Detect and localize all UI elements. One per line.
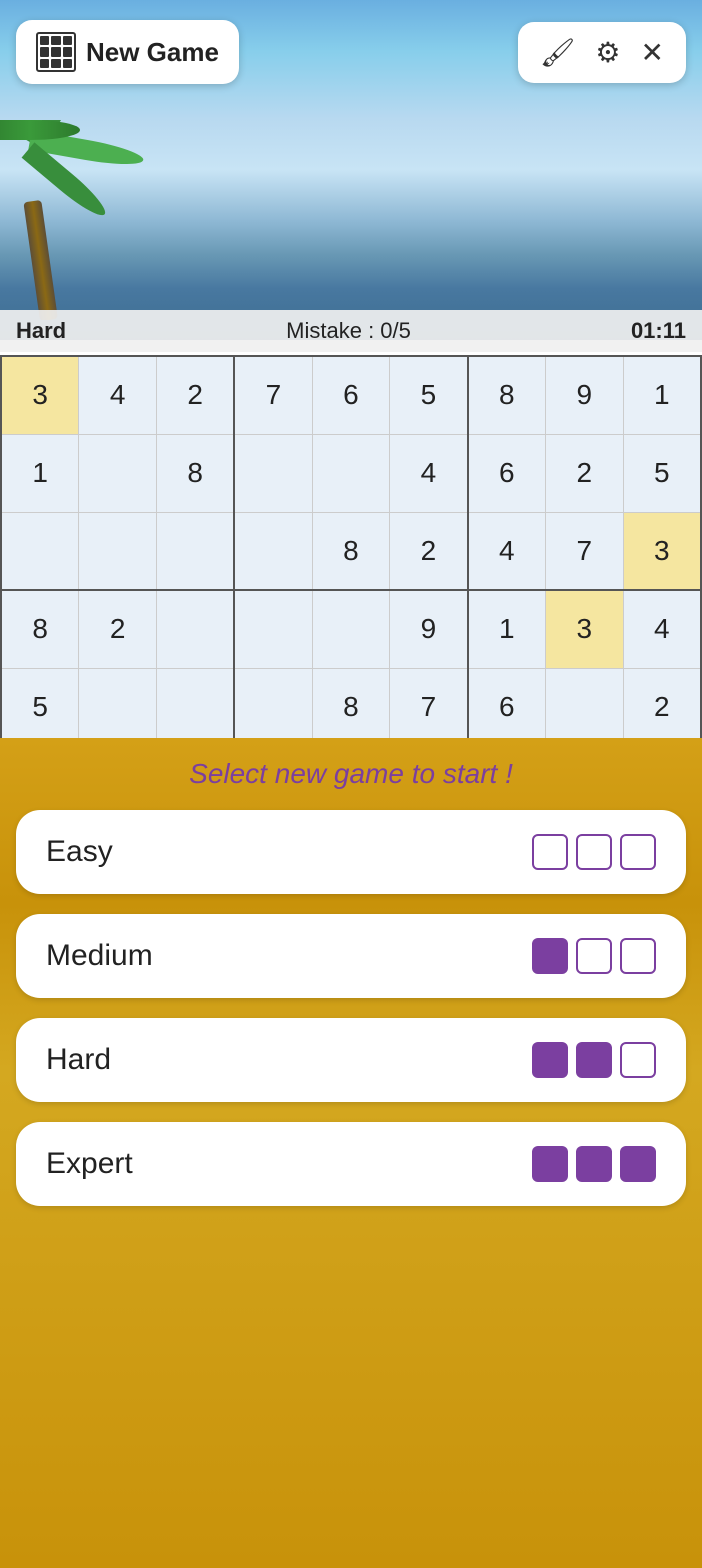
difficulty-label-hard: Hard <box>46 1043 111 1077</box>
settings-icon: ⚙ <box>595 36 620 69</box>
cell-2-7[interactable]: 7 <box>545 512 623 590</box>
new-game-button[interactable]: New Game <box>16 20 239 84</box>
cell-1-0[interactable]: 1 <box>1 434 79 512</box>
cell-4-3[interactable] <box>234 668 312 746</box>
cell-3-5[interactable]: 9 <box>390 590 468 668</box>
cell-2-0[interactable] <box>1 512 79 590</box>
cell-0-6[interactable]: 8 <box>468 356 546 434</box>
cell-2-6[interactable]: 4 <box>468 512 546 590</box>
cell-2-8[interactable]: 3 <box>623 512 701 590</box>
difficulty-btn-expert[interactable]: Expert <box>16 1122 686 1206</box>
cell-4-1[interactable] <box>79 668 157 746</box>
palm-trunk <box>23 200 58 320</box>
cell-0-0[interactable]: 3 <box>1 356 79 434</box>
new-game-label: New Game <box>86 37 219 68</box>
cell-0-3[interactable]: 7 <box>234 356 312 434</box>
cell-2-1[interactable] <box>79 512 157 590</box>
cell-4-4[interactable]: 8 <box>312 668 390 746</box>
indicator-filled-1 <box>576 1042 612 1078</box>
difficulty-label-medium: Medium <box>46 939 153 973</box>
cell-4-7[interactable] <box>545 668 623 746</box>
close-icon: ✕ <box>641 36 664 69</box>
cell-0-2[interactable]: 2 <box>157 356 235 434</box>
paint-icon: 🖌 <box>540 36 576 69</box>
cell-3-7[interactable]: 3 <box>545 590 623 668</box>
cell-0-8[interactable]: 1 <box>623 356 701 434</box>
cell-3-4[interactable] <box>312 590 390 668</box>
cell-2-3[interactable] <box>234 512 312 590</box>
cell-0-4[interactable]: 6 <box>312 356 390 434</box>
mistakes-label: Mistake : 0/5 <box>286 318 411 344</box>
difficulty-label-expert: Expert <box>46 1147 133 1181</box>
close-button[interactable]: ✕ <box>633 32 672 73</box>
indicators-hard <box>532 1042 656 1078</box>
indicator-empty-1 <box>576 834 612 870</box>
select-title: Select new game to start ! <box>189 758 513 790</box>
indicators-expert <box>532 1146 656 1182</box>
cell-4-8[interactable]: 2 <box>623 668 701 746</box>
cell-3-6[interactable]: 1 <box>468 590 546 668</box>
cell-2-5[interactable]: 2 <box>390 512 468 590</box>
difficulty-label-easy: Easy <box>46 835 113 869</box>
cell-3-8[interactable]: 4 <box>623 590 701 668</box>
palm-tree <box>0 120 160 320</box>
indicator-empty-0 <box>532 834 568 870</box>
difficulty-buttons-container: Easy Medium Hard Expert <box>16 810 686 1226</box>
difficulty-btn-medium[interactable]: Medium <box>16 914 686 998</box>
top-bar: New Game 🖌 ⚙ ✕ <box>0 20 702 84</box>
cell-0-5[interactable]: 5 <box>390 356 468 434</box>
cell-2-4[interactable]: 8 <box>312 512 390 590</box>
indicator-filled-2 <box>620 1146 656 1182</box>
sudoku-table: 3427658911846258247382913458762 <box>0 355 702 747</box>
indicator-filled-0 <box>532 1042 568 1078</box>
cell-4-0[interactable]: 5 <box>1 668 79 746</box>
cell-3-2[interactable] <box>157 590 235 668</box>
indicator-filled-0 <box>532 1146 568 1182</box>
difficulty-btn-easy[interactable]: Easy <box>16 810 686 894</box>
indicators-medium <box>532 938 656 974</box>
cell-1-8[interactable]: 5 <box>623 434 701 512</box>
cell-4-2[interactable] <box>157 668 235 746</box>
indicators-easy <box>532 834 656 870</box>
cell-1-5[interactable]: 4 <box>390 434 468 512</box>
paint-button[interactable]: 🖌 <box>532 32 584 73</box>
cell-0-7[interactable]: 9 <box>545 356 623 434</box>
grid-icon <box>36 32 76 72</box>
cell-3-0[interactable]: 8 <box>1 590 79 668</box>
top-icons-group: 🖌 ⚙ ✕ <box>518 22 686 83</box>
overlay-panel: Select new game to start ! Easy Medium Har… <box>0 738 702 1568</box>
cell-2-2[interactable] <box>157 512 235 590</box>
cell-4-6[interactable]: 6 <box>468 668 546 746</box>
cell-1-2[interactable]: 8 <box>157 434 235 512</box>
status-bar: Hard Mistake : 0/5 01:11 <box>0 310 702 352</box>
cell-1-7[interactable]: 2 <box>545 434 623 512</box>
cell-1-1[interactable] <box>79 434 157 512</box>
indicator-empty-0 <box>576 938 612 974</box>
cell-0-1[interactable]: 4 <box>79 356 157 434</box>
sudoku-grid: 3427658911846258247382913458762 <box>0 355 702 747</box>
cell-3-3[interactable] <box>234 590 312 668</box>
settings-button[interactable]: ⚙ <box>587 32 628 73</box>
indicator-filled-1 <box>576 1146 612 1182</box>
difficulty-btn-hard[interactable]: Hard <box>16 1018 686 1102</box>
cell-1-3[interactable] <box>234 434 312 512</box>
difficulty-label: Hard <box>16 318 66 344</box>
indicator-empty-1 <box>620 938 656 974</box>
cell-3-1[interactable]: 2 <box>79 590 157 668</box>
timer-label: 01:11 <box>631 318 686 344</box>
cell-1-6[interactable]: 6 <box>468 434 546 512</box>
indicator-empty-2 <box>620 834 656 870</box>
cell-4-5[interactable]: 7 <box>390 668 468 746</box>
indicator-empty-0 <box>620 1042 656 1078</box>
cell-1-4[interactable] <box>312 434 390 512</box>
indicator-filled-0 <box>532 938 568 974</box>
